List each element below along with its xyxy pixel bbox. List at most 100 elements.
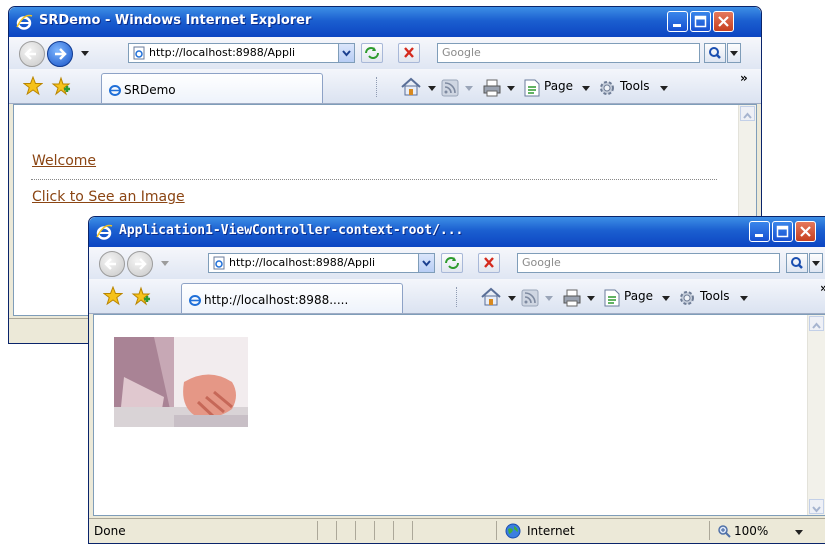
tools-menu-dropdown-icon[interactable] — [660, 86, 668, 91]
add-favorites-icon[interactable] — [131, 286, 151, 306]
minimize-icon — [673, 24, 681, 27]
home-dropdown-icon[interactable] — [428, 86, 436, 91]
front-forward-button[interactable] — [127, 251, 153, 277]
page-menu-dropdown-icon[interactable] — [582, 86, 590, 91]
back-tab-label: SRDemo — [124, 83, 176, 97]
feeds-icon[interactable] — [441, 79, 459, 97]
status-divider — [336, 521, 337, 540]
ie-logo-icon — [109, 85, 121, 96]
print-icon[interactable] — [482, 78, 502, 98]
front-tab-localhost[interactable]: http://localhost:8988..... — [181, 283, 403, 313]
back-search-options-button[interactable] — [727, 43, 741, 63]
refresh-icon — [445, 257, 459, 269]
chevron-up-icon — [743, 112, 752, 119]
toolbar-overflow-chevron[interactable]: » — [820, 281, 825, 299]
ie-logo-icon — [96, 224, 113, 240]
back-address-bar[interactable]: http://localhost:8988/Appli — [128, 43, 355, 63]
close-icon — [800, 226, 811, 237]
back-refresh-button[interactable] — [361, 43, 383, 63]
front-scroll-up-button[interactable] — [809, 316, 824, 331]
back-minimize-button[interactable] — [667, 11, 688, 32]
front-browser-window: Application1-ViewController-context-root… — [88, 216, 825, 544]
front-tab-label: http://localhost:8988..... — [204, 293, 349, 307]
back-search-button[interactable] — [704, 43, 726, 63]
page-menu-label[interactable]: Page — [624, 289, 653, 307]
print-icon[interactable] — [562, 288, 582, 308]
front-stop-button[interactable] — [478, 253, 500, 273]
forward-arrow-icon — [55, 48, 67, 60]
back-window-title-bar[interactable]: SRDemo - Windows Internet Explorer — [9, 7, 761, 37]
tools-menu-label[interactable]: Tools — [620, 79, 650, 97]
front-address-text[interactable]: http://localhost:8988/Appli — [229, 256, 375, 269]
page-menu-dropdown-icon[interactable] — [662, 296, 670, 301]
page-icon — [133, 46, 145, 60]
back-stop-button[interactable] — [398, 43, 420, 63]
feeds-dropdown-icon[interactable] — [465, 86, 473, 91]
front-address-dropdown[interactable] — [418, 254, 434, 272]
tools-gear-icon — [680, 291, 694, 305]
status-divider — [393, 521, 394, 540]
favorites-star-icon[interactable] — [23, 76, 43, 96]
feeds-dropdown-icon[interactable] — [545, 296, 553, 301]
front-search-box[interactable]: Google — [517, 253, 780, 273]
back-search-placeholder: Google — [442, 46, 481, 59]
page-menu-label[interactable]: Page — [544, 79, 573, 97]
back-window-title: SRDemo - Windows Internet Explorer — [39, 13, 312, 28]
zoom-icon[interactable] — [717, 524, 731, 538]
home-dropdown-icon[interactable] — [508, 296, 516, 301]
front-vertical-scrollbar[interactable] — [807, 315, 825, 515]
forward-arrow-icon — [135, 258, 147, 270]
back-forward-button[interactable] — [47, 41, 73, 67]
front-history-dropdown-icon[interactable] — [161, 261, 169, 266]
back-close-button[interactable] — [713, 11, 734, 32]
print-dropdown-icon[interactable] — [507, 86, 515, 91]
back-address-text[interactable]: http://localhost:8988/Appli — [149, 46, 295, 59]
tools-menu-label[interactable]: Tools — [700, 289, 730, 307]
toolbar-overflow-chevron[interactable]: » — [740, 71, 748, 89]
back-tab-srdemo[interactable]: SRDemo — [101, 73, 323, 103]
feeds-icon[interactable] — [521, 289, 539, 307]
front-minimize-button[interactable] — [749, 221, 770, 242]
front-maximize-button[interactable] — [772, 221, 793, 242]
status-divider — [355, 521, 356, 540]
back-scroll-up-button[interactable] — [740, 106, 755, 121]
chevron-down-icon — [422, 260, 431, 267]
back-search-box[interactable]: Google — [437, 43, 700, 63]
thumbnail-image[interactable] — [114, 337, 248, 427]
tools-menu-dropdown-icon[interactable] — [740, 296, 748, 301]
back-maximize-button[interactable] — [690, 11, 711, 32]
zoom-level[interactable]: 100% — [734, 524, 768, 538]
front-scroll-down-button[interactable] — [809, 499, 824, 514]
front-search-options-button[interactable] — [809, 253, 823, 273]
back-arrow-icon — [104, 258, 116, 270]
add-favorites-icon[interactable] — [51, 76, 71, 96]
front-close-button[interactable] — [795, 221, 816, 242]
zoom-dropdown-icon[interactable] — [795, 530, 803, 535]
ie-logo-icon — [189, 295, 201, 306]
front-back-button[interactable] — [99, 251, 125, 277]
print-dropdown-icon[interactable] — [587, 296, 595, 301]
front-status-bar: Done Internet 100% — [89, 518, 825, 543]
front-refresh-button[interactable] — [441, 253, 463, 273]
ie-logo-icon — [16, 14, 33, 30]
chevron-up-icon — [812, 322, 821, 329]
tools-gear-icon — [600, 81, 614, 95]
see-image-link[interactable]: Click to See an Image — [32, 189, 185, 205]
page-icon — [213, 256, 225, 270]
front-toolbar-separator — [456, 287, 457, 307]
home-icon[interactable] — [480, 287, 502, 307]
maximize-icon — [694, 15, 707, 28]
front-address-bar[interactable]: http://localhost:8988/Appli — [208, 253, 435, 273]
minimize-icon — [755, 234, 763, 237]
back-address-dropdown[interactable] — [338, 44, 354, 62]
favorites-star-icon[interactable] — [103, 286, 123, 306]
welcome-link[interactable]: Welcome — [32, 153, 96, 169]
back-history-dropdown-icon[interactable] — [81, 51, 89, 56]
page-menu-icon — [524, 79, 540, 97]
home-icon[interactable] — [400, 77, 422, 97]
front-search-button[interactable] — [786, 253, 808, 273]
front-window-title-bar[interactable]: Application1-ViewController-context-root… — [89, 217, 825, 247]
status-divider — [496, 521, 497, 540]
back-back-button[interactable] — [19, 41, 45, 67]
refresh-icon — [365, 47, 379, 59]
